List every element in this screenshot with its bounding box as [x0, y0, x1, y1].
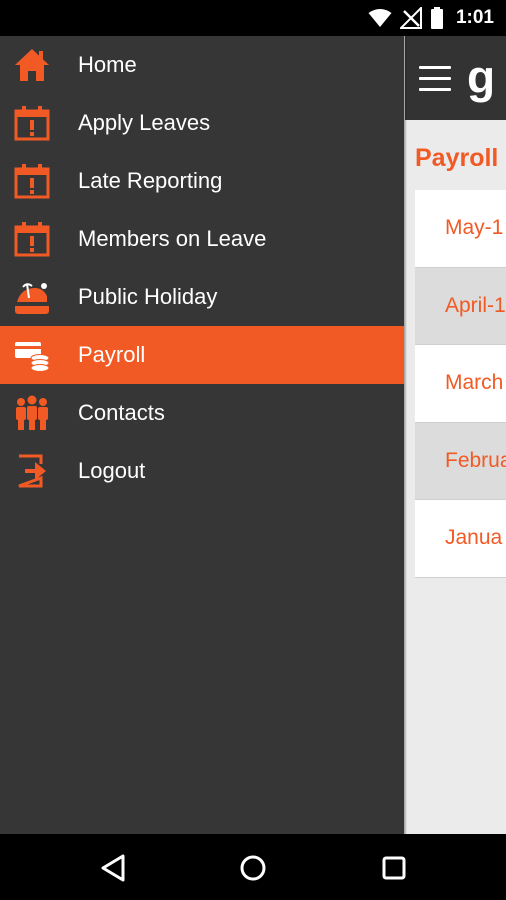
calendar-alert-icon — [14, 164, 50, 199]
logout-icon — [18, 454, 46, 488]
status-icons: 1:01 — [368, 6, 494, 30]
drawer-item-contacts[interactable]: Contacts — [0, 384, 404, 442]
payroll-month-list: May-1 April-1 March Februa Janua — [415, 190, 506, 578]
drawer-item-apply-leaves[interactable]: Apply Leaves — [0, 94, 404, 152]
app-logo: g — [467, 51, 495, 103]
drawer-item-label: Payroll — [78, 342, 146, 367]
status-bar: 1:01 — [0, 0, 506, 36]
list-item[interactable]: May-1 — [415, 190, 506, 268]
drawer-item-label: Contacts — [78, 400, 165, 425]
drawer-item-label: Public Holiday — [78, 284, 218, 309]
no-signal-icon — [399, 7, 422, 29]
home-circle-icon[interactable] — [235, 850, 271, 886]
back-icon[interactable] — [96, 850, 132, 886]
page-title: Payroll — [415, 144, 499, 172]
drawer-item-payroll[interactable]: Payroll — [0, 326, 404, 384]
drawer-item-logout[interactable]: Logout — [0, 442, 404, 500]
drawer-shadow — [404, 36, 407, 834]
home-icon — [15, 49, 49, 81]
drawer-item-late-reporting[interactable]: Late Reporting — [0, 152, 404, 210]
status-time: 1:01 — [455, 7, 494, 28]
drawer-item-label: Home — [78, 52, 137, 77]
contacts-people-icon — [16, 395, 48, 430]
drawer-item-label: Members on Leave — [78, 226, 267, 251]
drawer-item-label: Logout — [78, 458, 146, 483]
battery-icon — [430, 7, 443, 29]
system-navigation-bar — [0, 834, 506, 900]
list-item[interactable]: Februa — [415, 422, 506, 500]
drawer-item-members-on-leave[interactable]: Members on Leave — [0, 210, 404, 268]
calendar-alert-icon — [14, 222, 50, 257]
calendar-alert-icon — [14, 106, 50, 141]
wifi-icon — [368, 9, 392, 27]
drawer-item-public-holiday[interactable]: Public Holiday — [0, 268, 404, 326]
drawer-item-label: Apply Leaves — [78, 110, 211, 135]
recents-square-icon[interactable] — [376, 850, 412, 886]
app-toolbar: g — [405, 36, 506, 120]
navigation-drawer: Home Apply Leaves Late Reporting Members… — [0, 36, 404, 834]
hamburger-menu-icon[interactable] — [419, 66, 451, 92]
list-item[interactable]: Janua — [415, 500, 506, 578]
drawer-item-label: Late Reporting — [78, 168, 223, 193]
drawer-item-home[interactable]: Home — [0, 36, 404, 94]
beach-holiday-icon — [15, 283, 49, 314]
list-item[interactable]: April-1 — [415, 267, 506, 345]
payroll-money-icon — [15, 342, 50, 372]
list-item[interactable]: March — [415, 345, 506, 423]
